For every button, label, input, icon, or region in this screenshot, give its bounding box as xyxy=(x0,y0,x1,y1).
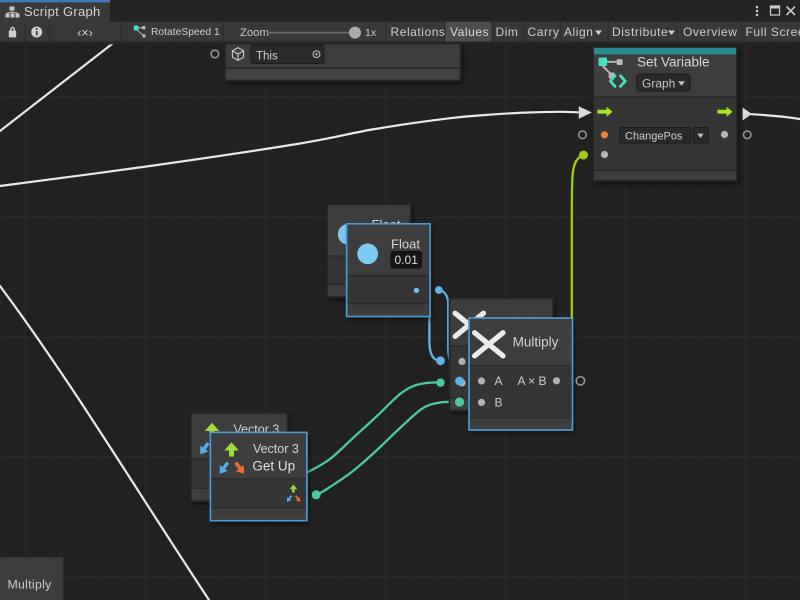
svg-text:Float: Float xyxy=(391,236,420,251)
svg-text:A: A xyxy=(494,374,502,388)
svg-text:Distribute: Distribute xyxy=(612,25,668,39)
svg-text:Zoom: Zoom xyxy=(240,27,269,39)
svg-text:This: This xyxy=(256,50,278,62)
svg-text:Vector 3: Vector 3 xyxy=(253,442,299,456)
svg-text:Carry: Carry xyxy=(528,25,560,39)
svg-text:ChangePos: ChangePos xyxy=(625,130,683,142)
svg-text:Values: Values xyxy=(450,25,489,39)
svg-text:B: B xyxy=(494,396,502,410)
svg-text:Multiply: Multiply xyxy=(513,334,559,349)
svg-text:0.01: 0.01 xyxy=(395,253,419,267)
svg-text:Graph: Graph xyxy=(642,76,675,90)
svg-text:Multiply: Multiply xyxy=(8,578,53,592)
svg-text:Relations: Relations xyxy=(391,25,446,39)
svg-text:Set Variable: Set Variable xyxy=(637,55,710,70)
svg-text:RotateSpeed 1: RotateSpeed 1 xyxy=(151,27,220,38)
svg-text:Script Graph: Script Graph xyxy=(24,4,101,19)
svg-text:Align: Align xyxy=(564,25,593,39)
svg-text:Dim: Dim xyxy=(496,25,519,39)
svg-text:1x: 1x xyxy=(365,27,377,39)
svg-text:‹×›: ‹×› xyxy=(77,26,93,40)
svg-text:A × B: A × B xyxy=(517,374,546,388)
svg-text:Get Up: Get Up xyxy=(252,459,295,474)
svg-text:Full Screen: Full Screen xyxy=(746,25,800,39)
svg-text:Overview: Overview xyxy=(683,25,737,39)
